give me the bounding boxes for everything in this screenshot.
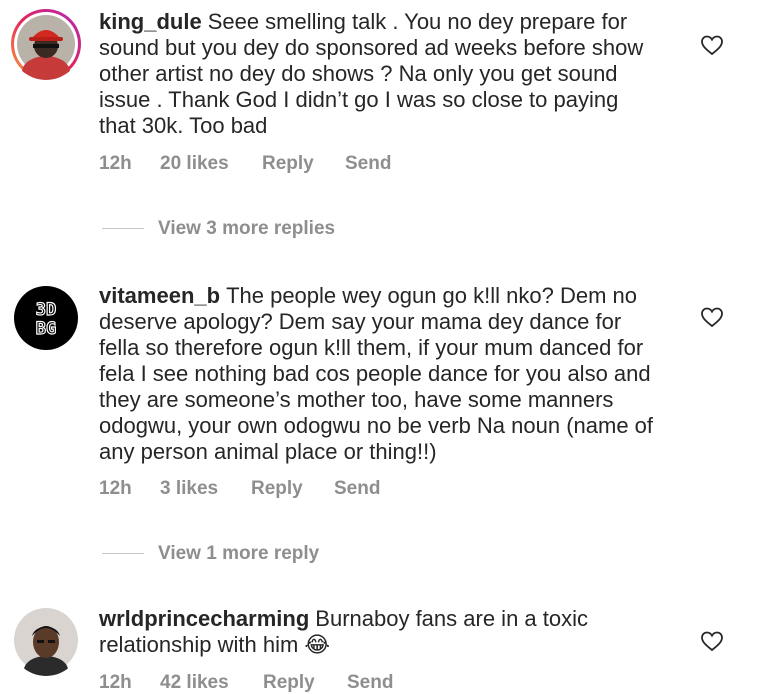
view-replies-label: View 3 more replies — [158, 218, 336, 239]
avatar[interactable]: 3D BG — [10, 282, 82, 354]
heart-icon[interactable] — [700, 33, 724, 57]
send-button[interactable]: Send — [347, 672, 393, 694]
comment-username[interactable]: king_dule — [99, 9, 202, 34]
divider-line — [102, 228, 144, 230]
divider-line — [102, 553, 144, 555]
send-button[interactable]: Send — [334, 478, 380, 500]
comment-time: 12h — [99, 153, 132, 174]
avatar[interactable] — [10, 8, 82, 80]
comment-time: 12h — [99, 478, 132, 499]
comment-username[interactable]: vitameen_b — [99, 283, 220, 308]
comment-text-block: vitameen_b The people wey ogun go k!ll nk… — [99, 283, 659, 465]
likes-count[interactable]: 20 likes — [160, 153, 229, 175]
likes-count[interactable]: 3 likes — [160, 478, 218, 500]
comment-text-block: wrldprincecharming Burnaboy fans are in a… — [99, 606, 659, 658]
send-button[interactable]: Send — [345, 153, 391, 175]
comment-text: The people wey ogun go k!ll nko? Dem no … — [99, 283, 654, 464]
reply-button[interactable]: Reply — [251, 478, 303, 500]
avatar[interactable] — [10, 604, 82, 676]
heart-icon[interactable] — [700, 629, 724, 653]
svg-text:3D: 3D — [36, 300, 56, 320]
reply-button[interactable]: Reply — [263, 672, 315, 694]
view-replies-label: View 1 more reply — [158, 543, 320, 564]
likes-count[interactable]: 42 likes — [160, 672, 229, 694]
svg-text:BG: BG — [36, 319, 56, 339]
view-more-replies-button[interactable]: View 1 more reply — [102, 543, 319, 565]
comment-time: 12h — [99, 672, 132, 693]
comment-username[interactable]: wrldprincecharming — [99, 606, 309, 631]
view-more-replies-button[interactable]: View 3 more replies — [102, 218, 335, 240]
comment-text-block: king_dule Seee smelling talk . You no dey… — [99, 9, 659, 139]
heart-icon[interactable] — [700, 305, 724, 329]
reply-button[interactable]: Reply — [262, 153, 314, 175]
